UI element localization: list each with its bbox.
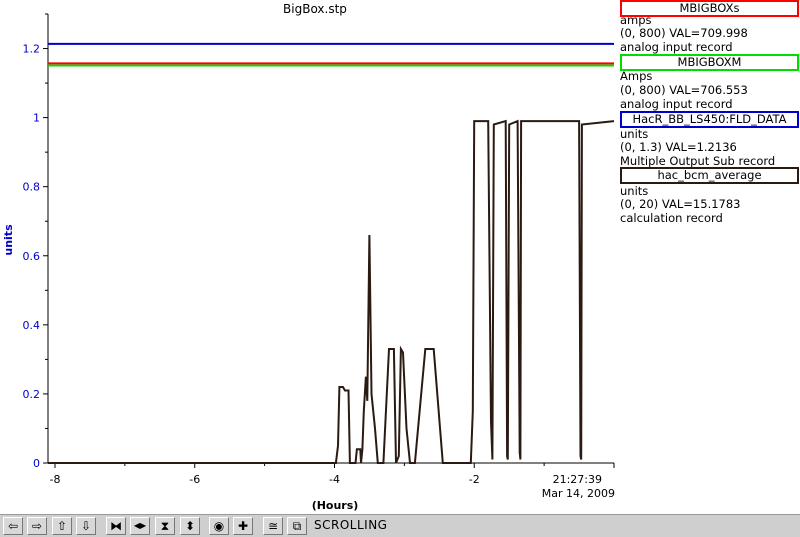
y-tick-label: 0.4 bbox=[23, 319, 41, 332]
add-icon[interactable]: ✚ bbox=[233, 517, 253, 535]
legend-record-type: calculation record bbox=[620, 211, 723, 225]
legend-name-fld-data[interactable]: HacR_BB_LS450:FLD_DATA bbox=[620, 111, 799, 128]
legend-range: (0, 800) VAL=709.998 bbox=[620, 26, 748, 40]
x-axis-label: (Hours) bbox=[312, 499, 359, 512]
legend-record-type: analog input record bbox=[620, 97, 733, 111]
x-tick-label: -8 bbox=[50, 473, 61, 486]
y-tick-label: 0.6 bbox=[23, 250, 41, 263]
toolbar: ⇦ ⇨ ⇧ ⇩ ⧓ ◀▶ ⧗ ⬍ ◉ ✚ ≅ ⧉ SCROLLING bbox=[0, 514, 800, 537]
legend-range: (0, 20) VAL=15.1783 bbox=[620, 197, 741, 211]
series-line-hac-bcm-average bbox=[48, 119, 615, 464]
x-tick-label: -4 bbox=[329, 473, 340, 486]
x-tick-label: -6 bbox=[189, 473, 200, 486]
scroll-mode-label: SCROLLING bbox=[314, 518, 388, 532]
x-end-date-label: Mar 14, 2009 bbox=[542, 487, 615, 500]
scroll-up-icon[interactable]: ⇧ bbox=[52, 517, 72, 535]
stop-icon[interactable]: ◉ bbox=[209, 517, 229, 535]
legend-range: (0, 800) VAL=706.553 bbox=[620, 83, 748, 97]
legend-record-type: Multiple Output Sub record bbox=[620, 154, 776, 168]
legend-name-bcm-average[interactable]: hac_bcm_average bbox=[620, 167, 799, 184]
expand-y-icon[interactable]: ⬍ bbox=[180, 517, 200, 535]
legend-units: Amps bbox=[620, 69, 653, 83]
compress-y-icon[interactable]: ⧗ bbox=[155, 517, 175, 535]
legend-record-type: analog input record bbox=[620, 40, 733, 54]
strip-chart[interactable]: 0 0.2 0.4 0.6 0.8 1 1.2 units -8 -6 -4 -2 21:27:39Ma… bbox=[0, 0, 620, 515]
y-tick-label: 1 bbox=[33, 112, 40, 125]
scroll-down-icon[interactable]: ⇩ bbox=[76, 517, 96, 535]
plot-title: BigBox.stp bbox=[283, 2, 347, 16]
scroll-left-icon[interactable]: ⇦ bbox=[3, 517, 23, 535]
expand-x-icon[interactable]: ◀▶ bbox=[130, 517, 150, 535]
y-tick-label: 1.2 bbox=[23, 43, 41, 56]
legend-units: units bbox=[620, 184, 649, 198]
zoom-fit-icon[interactable]: ≅ bbox=[263, 517, 283, 535]
legend-range: (0, 1.3) VAL=1.2136 bbox=[620, 140, 737, 154]
x-tick-label: -2 bbox=[469, 473, 480, 486]
y-tick-label: 0 bbox=[33, 457, 40, 470]
y-axis-label: units bbox=[2, 224, 15, 256]
y-tick-label: 0.8 bbox=[23, 181, 41, 194]
y-tick-label: 0.2 bbox=[23, 388, 41, 401]
snapshot-icon[interactable]: ⧉ bbox=[287, 517, 307, 535]
legend-units: amps bbox=[620, 13, 652, 27]
compress-x-icon[interactable]: ⧓ bbox=[106, 517, 126, 535]
x-end-time-label: 21:27:39 bbox=[553, 473, 602, 486]
legend-units: units bbox=[620, 127, 649, 141]
scroll-right-icon[interactable]: ⇨ bbox=[27, 517, 47, 535]
